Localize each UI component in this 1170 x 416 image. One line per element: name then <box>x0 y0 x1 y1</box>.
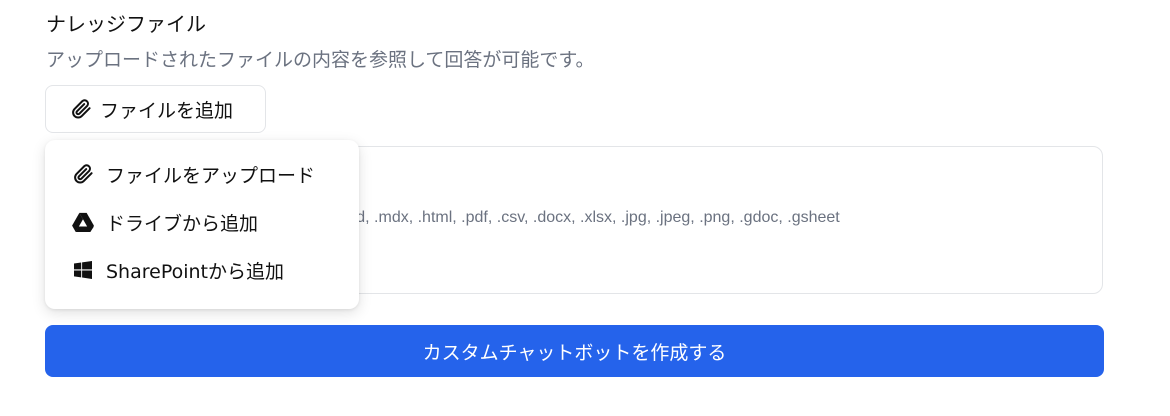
paperclip-icon <box>72 163 94 185</box>
paperclip-icon <box>70 98 92 120</box>
windows-icon <box>72 259 94 281</box>
menu-item-label: ドライブから追加 <box>106 212 259 235</box>
menu-item-add-from-drive[interactable]: ドライブから追加 <box>45 198 359 246</box>
menu-item-upload-file[interactable]: ファイルをアップロード <box>45 150 359 198</box>
menu-item-add-from-sharepoint[interactable]: SharePointから追加 <box>45 246 359 294</box>
menu-item-label: ファイルをアップロード <box>106 164 316 187</box>
add-file-menu: ファイルをアップロード ドライブから追加 SharePointから追加 <box>45 140 359 309</box>
section-title: ナレッジファイル <box>46 12 206 36</box>
section-description: アップロードされたファイルの内容を参照して回答が可能です。 <box>46 49 595 71</box>
knowledge-file-section: ナレッジファイル アップロードされたファイルの内容を参照して回答が可能です。 フ… <box>0 0 1170 416</box>
create-chatbot-button[interactable]: カスタムチャットボットを作成する <box>45 325 1104 377</box>
menu-item-label: SharePointから追加 <box>106 260 285 283</box>
add-file-label: ファイルを追加 <box>100 99 234 122</box>
add-file-button[interactable]: ファイルを追加 <box>45 85 266 133</box>
google-drive-icon <box>72 211 94 233</box>
